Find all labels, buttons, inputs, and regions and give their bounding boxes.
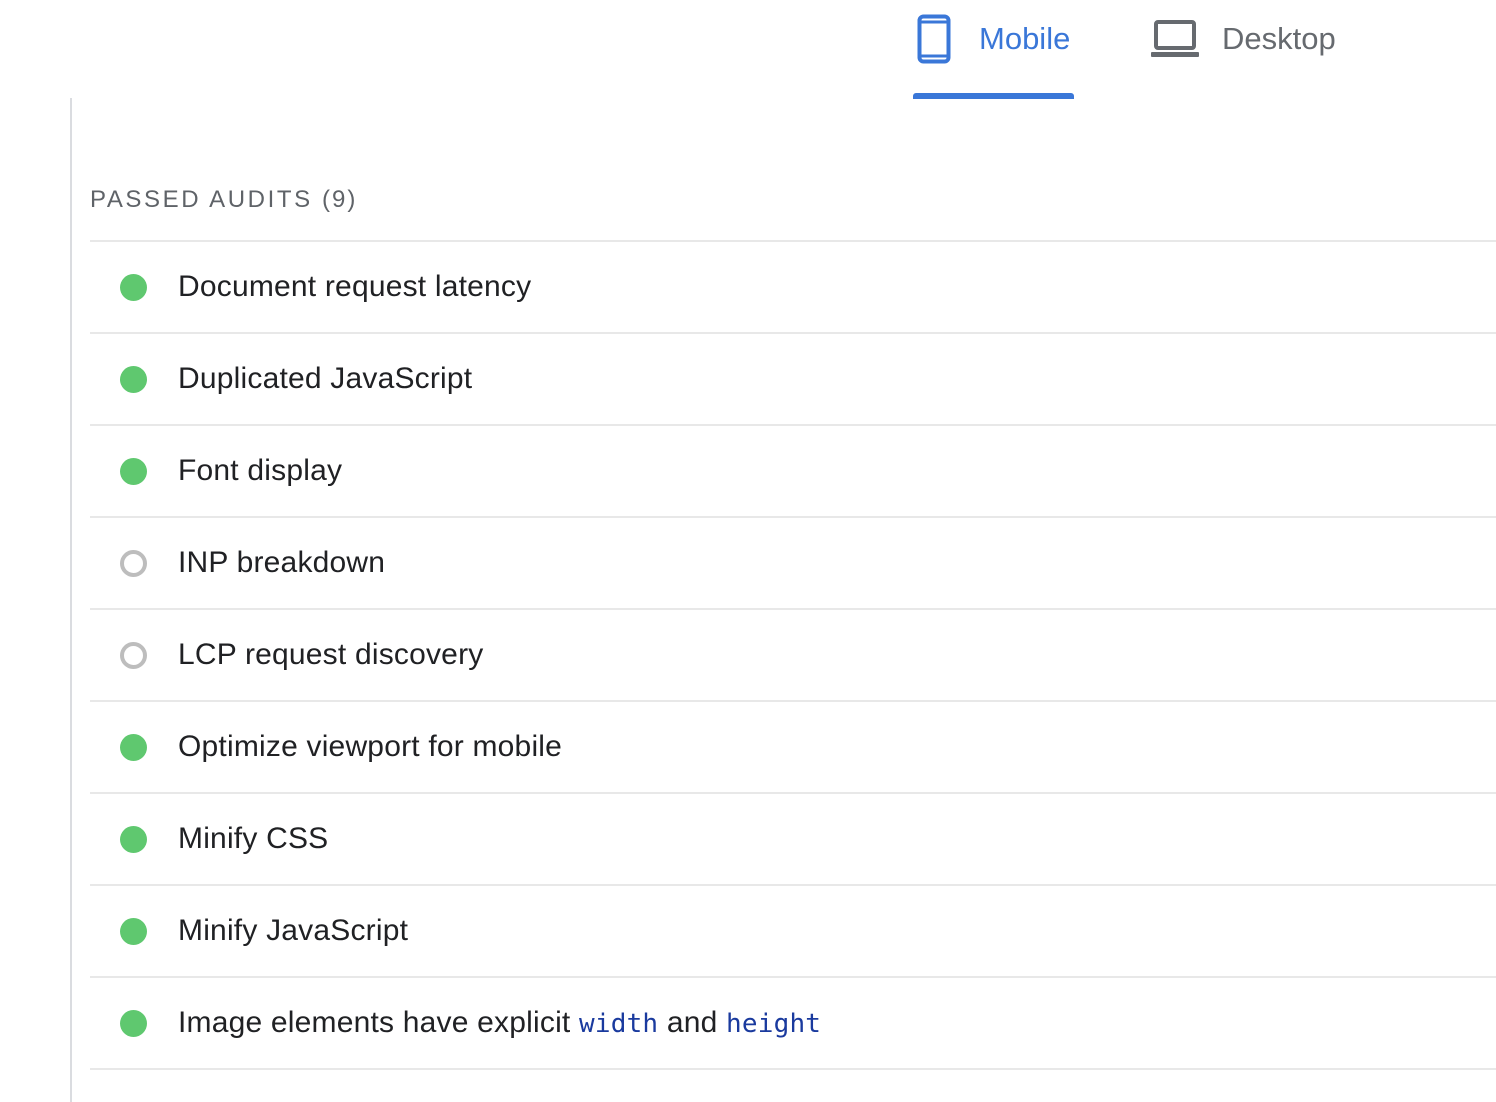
- code-width: width: [579, 1009, 659, 1039]
- audit-title: Duplicated JavaScript: [178, 362, 473, 395]
- pass-status-icon: [120, 917, 147, 945]
- code-height: height: [726, 1009, 822, 1039]
- tab-mobile-label: Mobile: [979, 21, 1071, 56]
- audit-row[interactable]: Minify JavaScript: [90, 886, 1496, 978]
- informative-status-icon: [120, 549, 147, 577]
- section-count: (9): [322, 186, 358, 213]
- audit-title-text: Image elements have explicit: [178, 1006, 580, 1039]
- device-tabs: Mobile Desktop: [0, 0, 1496, 100]
- pass-status-icon: [120, 457, 147, 485]
- pass-status-icon: [120, 825, 147, 853]
- tab-desktop[interactable]: Desktop: [1150, 0, 1336, 88]
- audit-row[interactable]: LCP request discovery: [90, 610, 1496, 702]
- pass-status-icon: [120, 365, 147, 393]
- pass-status-icon: [120, 733, 147, 761]
- laptop-icon: [1150, 19, 1200, 59]
- audit-title: Document request latency: [178, 270, 532, 303]
- audit-title: Image elements have explicit width and h…: [178, 1006, 821, 1040]
- audit-list: Document request latency Duplicated Java…: [90, 240, 1496, 1070]
- audit-title: INP breakdown: [178, 546, 386, 579]
- audit-title: Font display: [178, 454, 343, 487]
- audit-title: Optimize viewport for mobile: [178, 730, 563, 763]
- passed-audits-header[interactable]: PASSED AUDITS (9): [90, 186, 357, 214]
- audit-title-text: and: [658, 1006, 727, 1039]
- audit-row[interactable]: Duplicated JavaScript: [90, 334, 1496, 426]
- audit-row[interactable]: Image elements have explicit width and h…: [90, 978, 1496, 1070]
- audit-row[interactable]: Optimize viewport for mobile: [90, 702, 1496, 794]
- audit-row[interactable]: Minify CSS: [90, 794, 1496, 886]
- active-tab-indicator: [913, 93, 1074, 99]
- audit-row[interactable]: Font display: [90, 426, 1496, 518]
- audit-title: Minify JavaScript: [178, 914, 409, 947]
- audit-row[interactable]: Document request latency: [90, 242, 1496, 334]
- pass-status-icon: [120, 273, 147, 301]
- audit-title: Minify CSS: [178, 822, 329, 855]
- audit-row[interactable]: INP breakdown: [90, 518, 1496, 610]
- audit-title: LCP request discovery: [178, 638, 484, 671]
- tab-mobile[interactable]: Mobile: [913, 0, 1074, 88]
- section-title: PASSED AUDITS: [90, 186, 313, 213]
- informative-status-icon: [120, 641, 147, 669]
- pass-status-icon: [120, 1009, 147, 1037]
- smartphone-icon: [917, 14, 951, 64]
- tab-desktop-label: Desktop: [1222, 21, 1336, 56]
- left-divider: [70, 98, 72, 1102]
